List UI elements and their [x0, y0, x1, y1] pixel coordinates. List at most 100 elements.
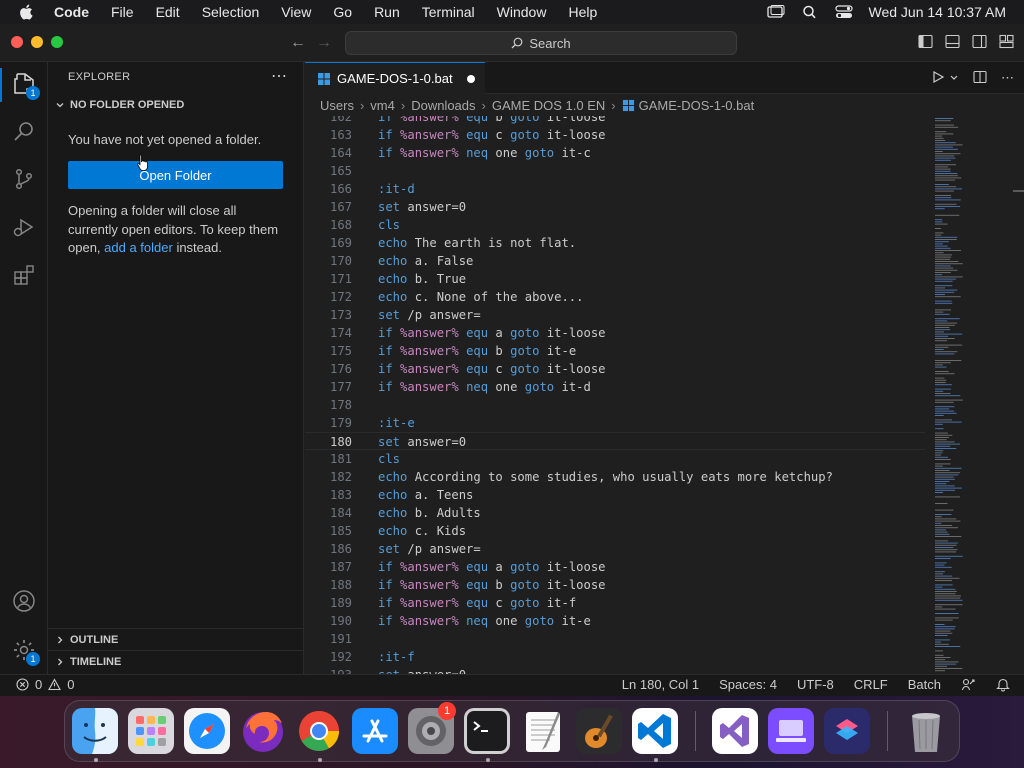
control-center-icon[interactable] [834, 5, 853, 19]
code-line[interactable]: 169 echo The earth is not flat. [305, 234, 925, 252]
spotlight-search-icon[interactable] [801, 5, 819, 19]
no-folder-section-header[interactable]: NO FOLDER OPENED [54, 99, 184, 111]
launchpad-icon[interactable] [128, 708, 174, 754]
breadcrumb-item-downloads[interactable]: Downloads [411, 98, 475, 113]
menu-go[interactable]: Go [333, 0, 352, 24]
run-debug-icon[interactable] [12, 215, 36, 239]
menu-file[interactable]: File [111, 0, 134, 24]
open-folder-button[interactable]: Open Folder [68, 161, 283, 189]
menu-window[interactable]: Window [497, 0, 547, 24]
editor-tab-game-dos[interactable]: GAME-DOS-1-0.bat [305, 62, 485, 94]
code-line[interactable]: 175 if %answer% equ b goto it-e [305, 342, 925, 360]
minimap[interactable] [933, 116, 1013, 674]
code-line[interactable]: 167 set answer=0 [305, 198, 925, 216]
code-line[interactable]: 185 echo c. Kids [305, 522, 925, 540]
editor-more-actions-icon[interactable]: ⋯ [1001, 70, 1014, 86]
problems-indicator[interactable]: 0 0 [16, 677, 74, 692]
code-line[interactable]: 181 cls [305, 450, 925, 468]
toggle-primary-sidebar-icon[interactable] [918, 34, 933, 49]
code-line[interactable]: 183 echo a. Teens [305, 486, 925, 504]
menubar-clock[interactable]: Wed Jun 14 10:37 AM [869, 4, 1007, 20]
safari-icon[interactable] [184, 708, 230, 754]
system-settings-icon[interactable]: 1 [408, 702, 456, 754]
code-line[interactable]: 162 if %answer% equ b goto it-loose [305, 116, 925, 126]
scrollbar-position-marker[interactable] [1013, 190, 1024, 192]
explorer-icon[interactable]: 1 [12, 72, 40, 100]
search-view-icon[interactable] [12, 119, 36, 143]
unsaved-dot-icon[interactable] [466, 74, 475, 83]
code-line[interactable]: 177 if %answer% neq one goto it-d [305, 378, 925, 396]
cursor-position[interactable]: Ln 180, Col 1 [622, 677, 699, 692]
visual-studio-icon[interactable] [712, 708, 758, 754]
code-line[interactable]: 193 set answer=0 [305, 666, 925, 674]
vscode-icon[interactable] [632, 708, 678, 754]
code-line[interactable]: 191 [305, 630, 925, 648]
code-line[interactable]: 172 echo c. None of the above... [305, 288, 925, 306]
menu-selection[interactable]: Selection [202, 0, 260, 24]
language-mode[interactable]: Batch [908, 677, 941, 692]
code-line[interactable]: 173 set /p answer= [305, 306, 925, 324]
code-line[interactable]: 168 cls [305, 216, 925, 234]
breadcrumb-item-file[interactable]: GAME-DOS-1-0.bat [639, 98, 755, 113]
code-line[interactable]: 189 if %answer% equ c goto it-f [305, 594, 925, 612]
terminal-icon[interactable] [464, 708, 510, 754]
code-line[interactable]: 171 echo b. True [305, 270, 925, 288]
code-line[interactable]: 166:it-d [305, 180, 925, 198]
forward-arrow-icon[interactable]: → [316, 34, 332, 52]
accounts-icon[interactable] [12, 589, 36, 613]
indentation[interactable]: Spaces: 4 [719, 677, 777, 692]
menu-help[interactable]: Help [568, 0, 597, 24]
run-file-icon[interactable] [931, 70, 945, 84]
code-line[interactable]: 190 if %answer% neq one goto it-e [305, 612, 925, 630]
extensions-icon[interactable] [12, 263, 36, 287]
finder-icon[interactable] [72, 708, 118, 754]
toggle-panel-icon[interactable] [945, 34, 960, 49]
breadcrumb-item-users[interactable]: Users [320, 98, 354, 113]
menu-terminal[interactable]: Terminal [422, 0, 475, 24]
manage-gear-icon[interactable]: 1 [12, 638, 40, 666]
garageband-icon[interactable] [576, 708, 622, 754]
code-line[interactable]: 178 [305, 396, 925, 414]
chrome-icon[interactable] [296, 708, 342, 754]
firefox-icon[interactable] [240, 708, 286, 754]
textedit-icon[interactable] [520, 708, 566, 754]
close-window-button[interactable] [11, 36, 23, 48]
back-arrow-icon[interactable]: ← [290, 34, 306, 52]
chevron-down-icon[interactable] [949, 70, 959, 84]
code-line[interactable]: 180 set answer=0 [305, 432, 925, 450]
stage-manager-icon[interactable] [766, 5, 785, 19]
code-line[interactable]: 182 echo According to some studies, who u… [305, 468, 925, 486]
code-line[interactable]: 186 set /p answer= [305, 540, 925, 558]
menu-run[interactable]: Run [374, 0, 400, 24]
more-actions-icon[interactable]: ⋯ [271, 66, 287, 86]
end-of-line[interactable]: CRLF [854, 677, 888, 692]
encoding[interactable]: UTF-8 [797, 677, 834, 692]
code-line[interactable]: 163 if %answer% equ c goto it-loose [305, 126, 925, 144]
code-line[interactable]: 165 [305, 162, 925, 180]
shortcuts-icon[interactable] [824, 708, 870, 754]
code-line[interactable]: 184 echo b. Adults [305, 504, 925, 522]
app-store-icon[interactable] [352, 708, 398, 754]
add-folder-link[interactable]: add a folder [104, 240, 173, 255]
breadcrumb-item-game-dos-folder[interactable]: GAME DOS 1.0 EN [492, 98, 605, 113]
code-line[interactable]: 176 if %answer% equ c goto it-loose [305, 360, 925, 378]
code-line[interactable]: 188 if %answer% equ b goto it-loose [305, 576, 925, 594]
code-line[interactable]: 164 if %answer% neq one goto it-c [305, 144, 925, 162]
apple-logo-icon[interactable] [18, 3, 36, 21]
command-center-search[interactable]: Search [345, 31, 737, 55]
simulator-icon[interactable] [768, 708, 814, 754]
timeline-section-header[interactable]: TIMELINE [48, 650, 304, 672]
code-line[interactable]: 170 echo a. False [305, 252, 925, 270]
trash-icon[interactable] [903, 708, 949, 754]
code-line[interactable]: 179:it-e [305, 414, 925, 432]
source-control-icon[interactable] [12, 167, 36, 191]
outline-section-header[interactable]: OUTLINE [48, 628, 304, 650]
customize-layout-icon[interactable] [999, 34, 1014, 49]
menu-view[interactable]: View [281, 0, 311, 24]
notifications-bell-icon[interactable] [996, 677, 1010, 692]
minimize-window-button[interactable] [31, 36, 43, 48]
menu-edit[interactable]: Edit [156, 0, 180, 24]
code-line[interactable]: 192:it-f [305, 648, 925, 666]
feedback-icon[interactable] [961, 677, 976, 692]
code-line[interactable]: 174 if %answer% equ a goto it-loose [305, 324, 925, 342]
